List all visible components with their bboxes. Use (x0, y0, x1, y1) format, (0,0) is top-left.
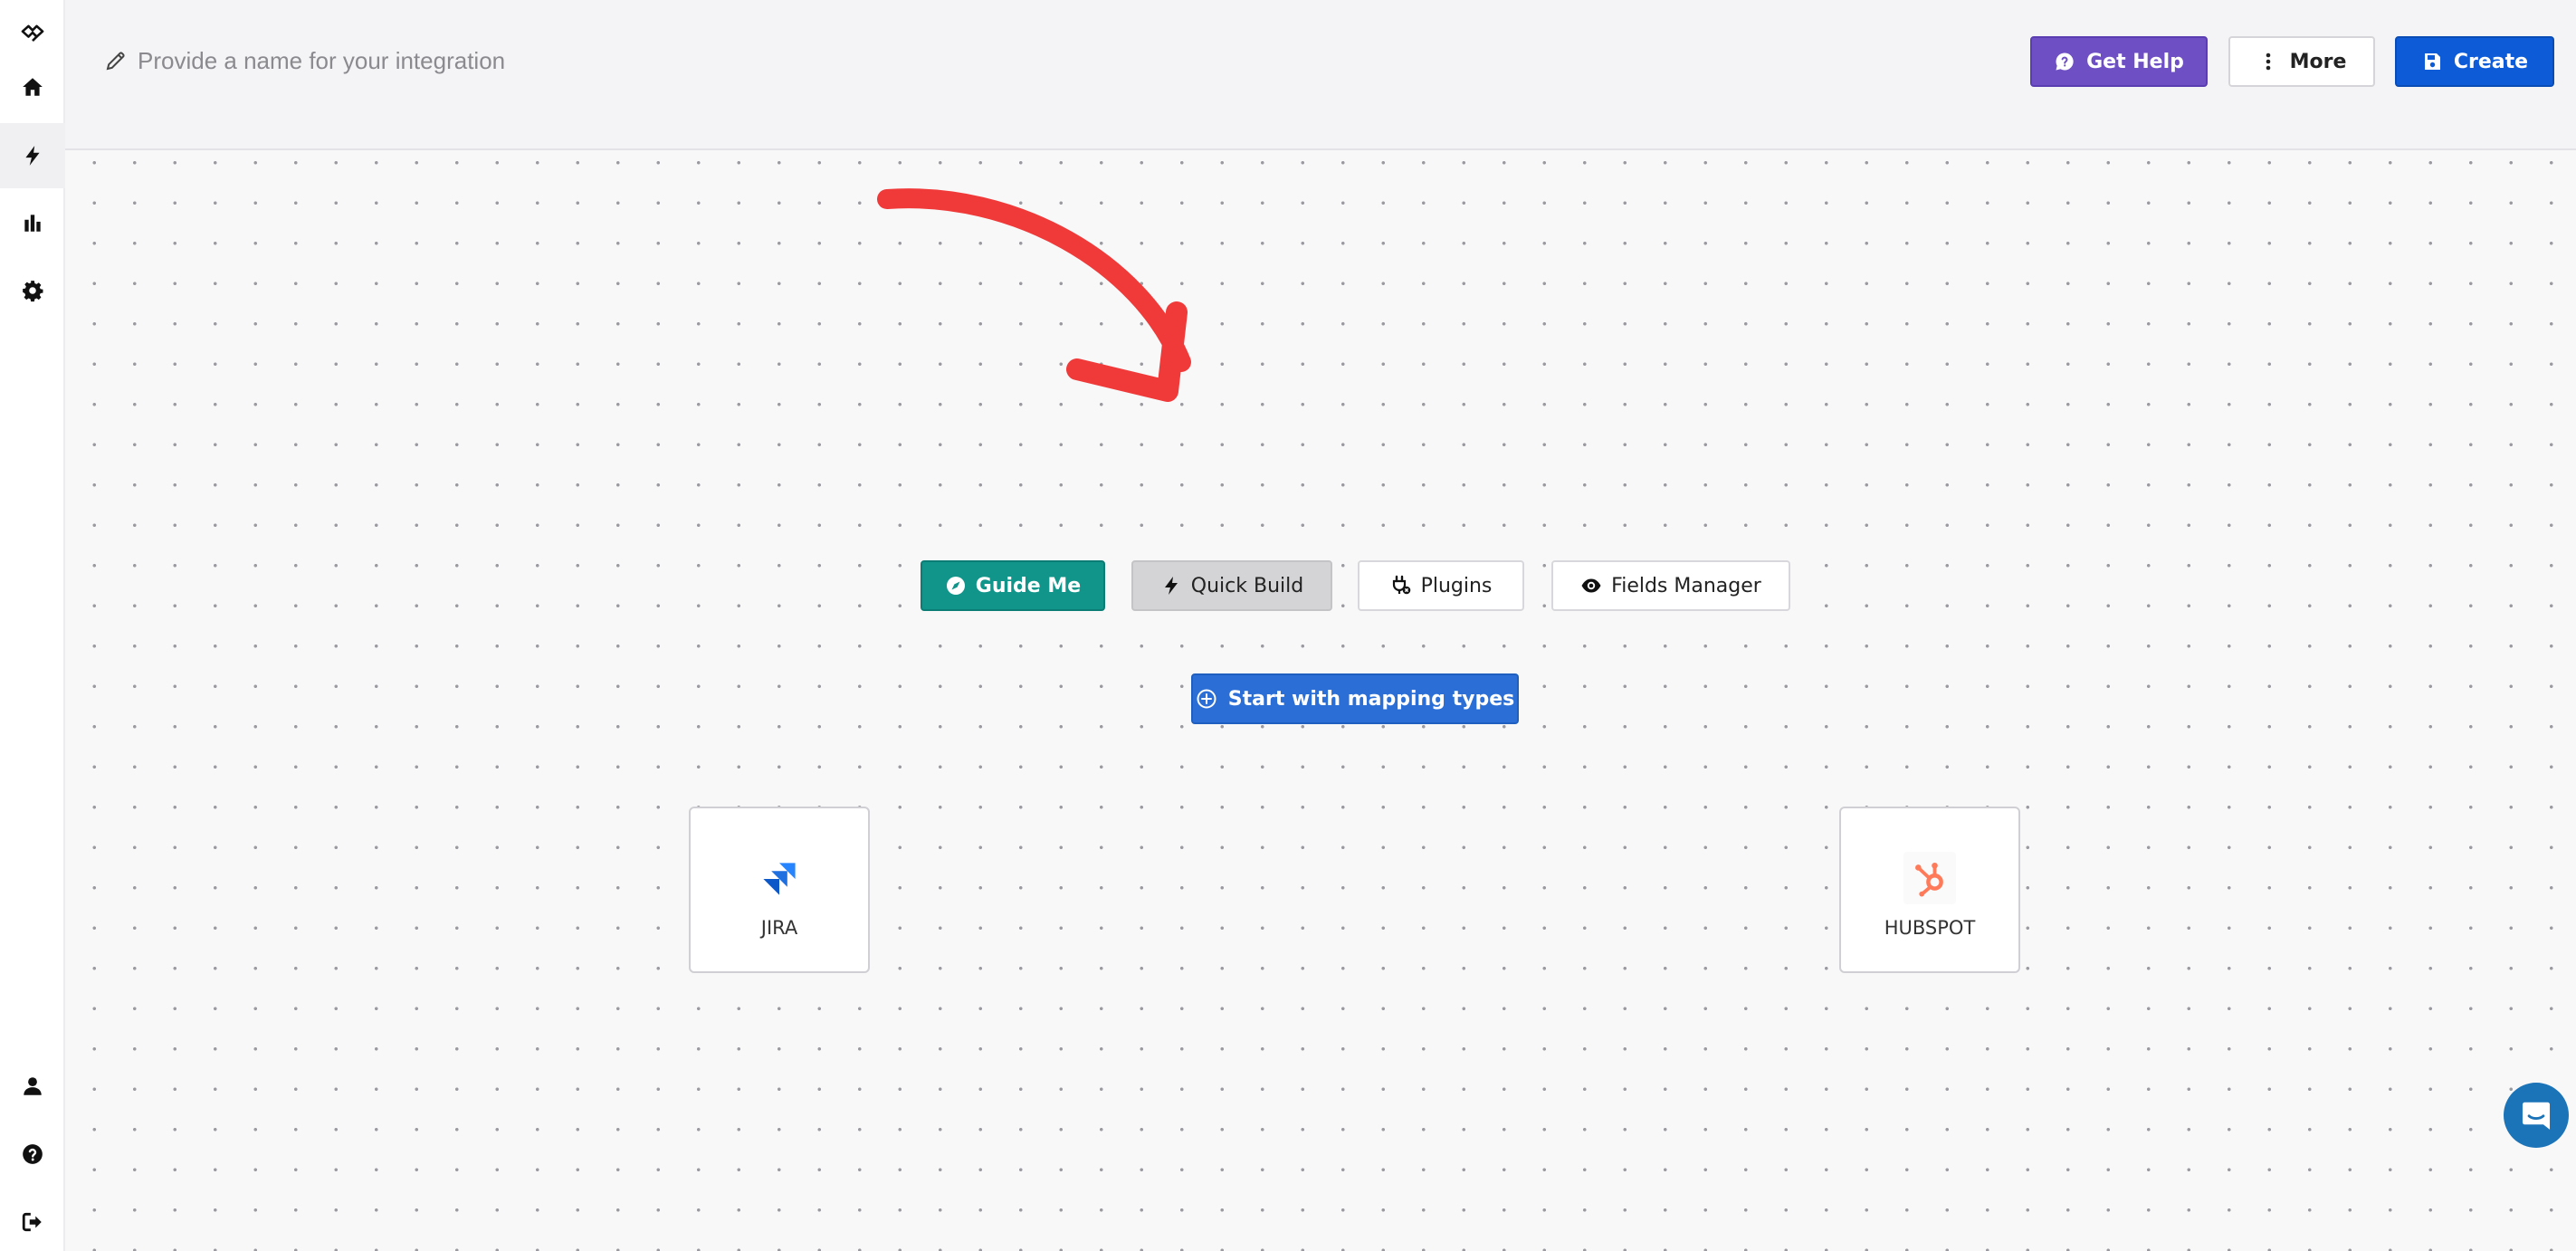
sidebar-item-help[interactable] (0, 1122, 65, 1187)
eye-icon (1581, 578, 1601, 593)
logo-icon (21, 24, 44, 43)
home-icon (23, 78, 43, 96)
bolt-icon (1164, 577, 1178, 595)
sidebar-item-profile[interactable] (0, 1054, 65, 1119)
more-button[interactable]: More (2228, 36, 2375, 87)
plus-circle-icon (1197, 689, 1216, 709)
jira-node[interactable]: JIRA (689, 807, 870, 973)
integration-canvas[interactable]: Guide Me Quick Build Plugins Fields Mana… (65, 150, 2576, 1251)
fields-manager-label: Fields Manager (1611, 574, 1761, 597)
hubspot-label: HUBSPOT (1884, 917, 1976, 939)
sidebar (0, 0, 65, 1251)
sidebar-item-logout[interactable] (0, 1189, 65, 1251)
compass-icon (946, 577, 965, 595)
chat-icon (2522, 1102, 2551, 1130)
help-icon (23, 1144, 43, 1164)
start-with-mapping-types-button[interactable]: Start with mapping types (1191, 673, 1519, 724)
quick-build-button[interactable]: Quick Build (1131, 560, 1332, 611)
hubspot-node[interactable]: HUBSPOT (1839, 807, 2020, 973)
guide-me-button[interactable]: Guide Me (921, 560, 1105, 611)
guide-me-label: Guide Me (975, 574, 1082, 597)
quick-build-label: Quick Build (1190, 574, 1304, 597)
get-help-label: Get Help (2086, 50, 2184, 73)
hubspot-icon (1915, 862, 1943, 897)
start-button-label: Start with mapping types (1227, 687, 1515, 711)
plug-icon (1392, 575, 1410, 595)
save-icon (2424, 53, 2440, 70)
app-root: Get Help More Create Guide (0, 0, 2576, 1251)
sidebar-item-reports[interactable] (0, 190, 65, 255)
sidebar-item-home[interactable] (0, 54, 65, 119)
hubspot-logo (1903, 852, 1956, 904)
sidebar-item-settings[interactable] (0, 258, 65, 323)
sidebar-item-integrations[interactable] (0, 123, 65, 188)
pencil-icon (106, 52, 125, 71)
jira-icon (763, 863, 796, 895)
user-icon (24, 1077, 42, 1095)
chat-launcher[interactable] (2504, 1083, 2569, 1148)
more-label: More (2289, 50, 2347, 73)
create-button[interactable]: Create (2395, 36, 2554, 87)
integration-name-field (105, 40, 920, 81)
bolt-icon (25, 146, 40, 166)
vertical-dots-icon (2266, 53, 2270, 71)
chart-icon (24, 215, 41, 232)
create-label: Create (2453, 50, 2529, 73)
get-help-button[interactable]: Get Help (2030, 36, 2208, 87)
gear-icon (23, 281, 43, 302)
top-header: Get Help More Create (65, 0, 2576, 150)
plugins-label: Plugins (1420, 574, 1493, 597)
fields-manager-button[interactable]: Fields Manager (1551, 560, 1790, 611)
integration-name-input[interactable] (138, 41, 898, 81)
question-bubble-icon (2056, 53, 2074, 71)
jira-label: JIRA (760, 917, 798, 939)
plugins-button[interactable]: Plugins (1358, 560, 1524, 611)
logout-icon (22, 1212, 42, 1232)
